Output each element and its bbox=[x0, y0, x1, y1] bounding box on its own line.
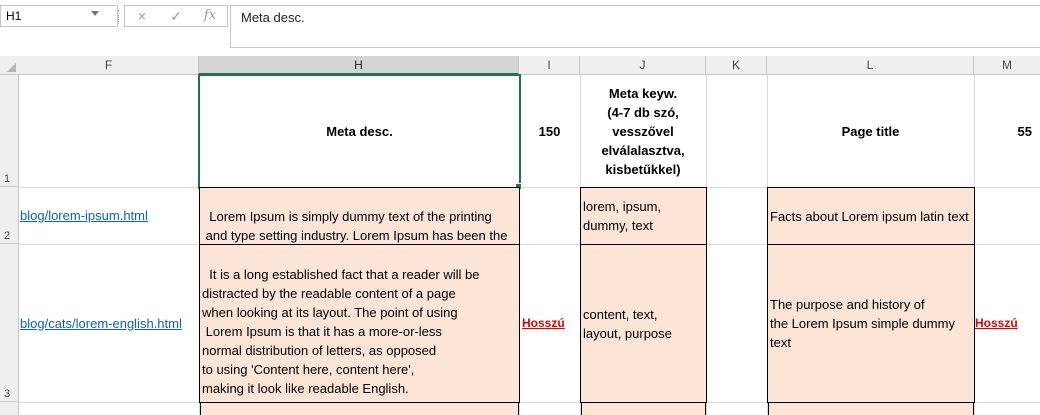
insert-function-icon[interactable]: fx bbox=[197, 7, 223, 25]
length-warning: Hosszú bbox=[975, 316, 1018, 330]
formula-buttons: × ✓ fx bbox=[124, 5, 228, 27]
row-header-4[interactable] bbox=[0, 402, 19, 415]
cell-h2[interactable]: Lorem Ipsum is simply dummy text of the … bbox=[199, 187, 520, 245]
cell-h1[interactable]: Meta desc. bbox=[198, 74, 521, 189]
meta-desc-text: Lorem Ipsum is simply dummy text of the … bbox=[205, 209, 508, 243]
cell-j2[interactable]: lorem, ipsum, dummy, text bbox=[580, 187, 707, 245]
cell-l4[interactable] bbox=[768, 403, 974, 415]
enter-icon[interactable]: ✓ bbox=[163, 7, 189, 25]
cell-m3[interactable]: Hosszú bbox=[974, 244, 1040, 402]
formula-bar: H1 × ✓ fx Meta desc. bbox=[0, 0, 1040, 55]
row-header-3[interactable]: 3 bbox=[0, 244, 19, 402]
column-header-j[interactable]: J bbox=[580, 56, 706, 75]
cancel-icon[interactable]: × bbox=[129, 7, 155, 25]
page-title-header: Page title bbox=[841, 123, 900, 139]
row-number: 1 bbox=[4, 173, 11, 185]
cell-j3[interactable]: content, text, layout, purpose bbox=[580, 244, 707, 403]
column-header-m[interactable]: M bbox=[974, 56, 1040, 75]
page-title-text: Facts about Lorem ipsum latin text bbox=[770, 208, 969, 224]
cell-h4[interactable] bbox=[200, 403, 519, 415]
length-warning: Hosszú bbox=[522, 316, 565, 330]
name-box-value: H1 bbox=[6, 9, 22, 23]
column-header-h[interactable]: H bbox=[199, 56, 519, 75]
url-link[interactable]: blog/lorem-ipsum.html bbox=[20, 208, 148, 223]
cell-l3[interactable]: The purpose and history of the Lorem Ips… bbox=[767, 244, 975, 403]
cell-f2[interactable]: blog/lorem-ipsum.html bbox=[19, 187, 199, 244]
row-number: 2 bbox=[4, 230, 11, 242]
meta-keywords-header: Meta keyw. (4-7 db szó, vesszővel elvála… bbox=[601, 85, 685, 177]
column-header-i[interactable]: I bbox=[519, 56, 580, 75]
cell-h3[interactable]: It is a long established fact that a rea… bbox=[199, 244, 520, 403]
cell-j4[interactable] bbox=[581, 403, 706, 415]
name-box[interactable]: H1 bbox=[0, 5, 118, 27]
page-title-text: The purpose and history of the Lorem Ips… bbox=[770, 297, 955, 350]
column-header-row: F H I J K L M bbox=[0, 56, 1040, 75]
column-header-k[interactable]: K bbox=[706, 56, 767, 75]
row-header-1[interactable]: 1 bbox=[0, 75, 19, 187]
formula-input[interactable]: Meta desc. bbox=[230, 5, 1040, 48]
select-all-button[interactable] bbox=[0, 56, 19, 75]
cell-f3[interactable]: blog/cats/lorem-english.html bbox=[19, 244, 199, 402]
cell-j1[interactable]: Meta keyw. (4-7 db szó, vesszővel elvála… bbox=[580, 75, 706, 187]
column-header-l[interactable]: L bbox=[767, 56, 974, 75]
meta-desc-header: Meta desc. bbox=[326, 124, 393, 139]
column-header-f[interactable]: F bbox=[19, 56, 199, 75]
cell-l2[interactable]: Facts about Lorem ipsum latin text bbox=[767, 187, 975, 245]
meta-desc-text: It is a long established fact that a rea… bbox=[202, 267, 480, 402]
row-number: 3 bbox=[4, 388, 11, 400]
row-header-2[interactable]: 2 bbox=[0, 187, 19, 244]
cell-l1[interactable]: Page title bbox=[767, 75, 974, 187]
divider bbox=[118, 10, 120, 24]
chevron-down-icon[interactable] bbox=[91, 11, 99, 16]
select-all-icon bbox=[7, 63, 16, 72]
url-link[interactable]: blog/cats/lorem-english.html bbox=[20, 316, 182, 331]
formula-value: Meta desc. bbox=[241, 10, 305, 25]
meta-keywords-text: lorem, ipsum, dummy, text bbox=[583, 199, 662, 233]
cell-m1[interactable]: 55 bbox=[974, 75, 1040, 187]
cell-i1[interactable]: 150 bbox=[519, 75, 580, 187]
meta-keywords-text: content, text, layout, purpose bbox=[583, 306, 672, 341]
cell-i3[interactable]: Hosszú bbox=[519, 244, 580, 402]
page-title-limit: 55 bbox=[1017, 123, 1032, 139]
meta-desc-limit: 150 bbox=[538, 123, 561, 139]
